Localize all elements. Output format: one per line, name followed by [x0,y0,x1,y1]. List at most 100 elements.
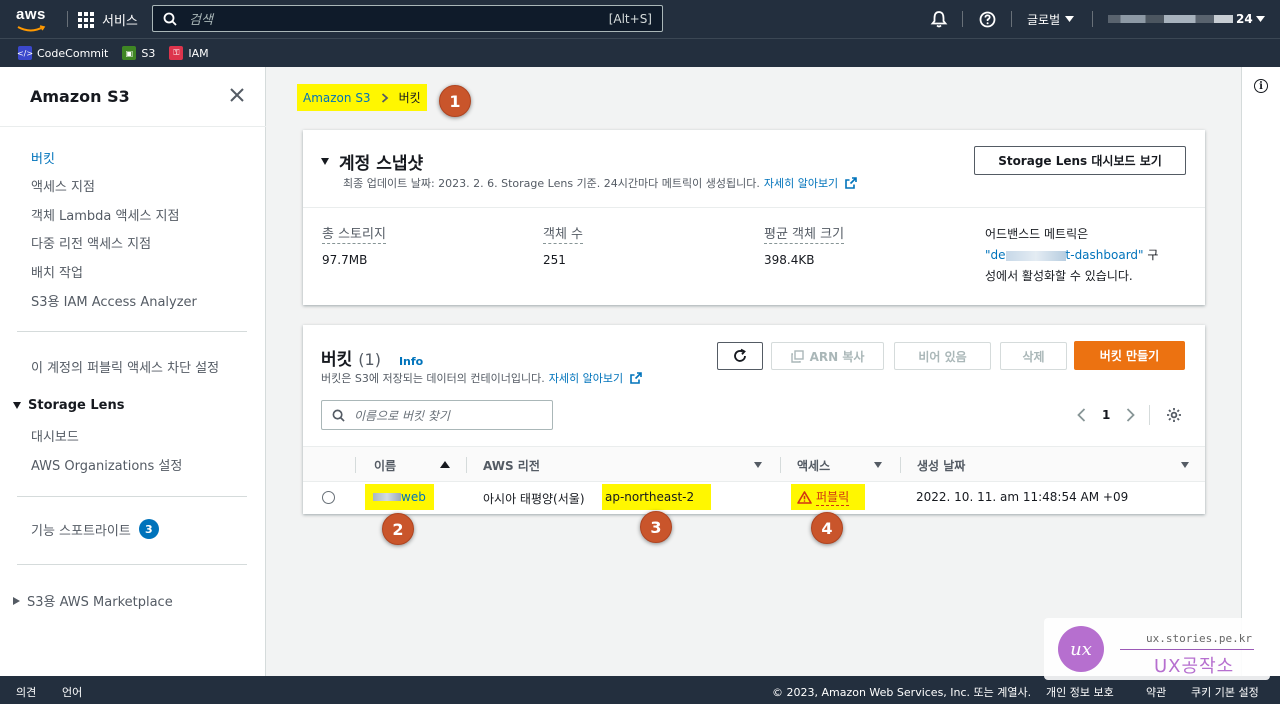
column-separator [466,457,467,473]
access-status-badge[interactable]: 퍼블릭 [791,484,865,510]
current-page[interactable]: 1 [1102,408,1110,422]
column-separator [355,457,356,473]
create-bucket-button[interactable]: 버킷 만들기 [1074,341,1185,370]
search-placeholder: 검색 [189,13,213,28]
column-created[interactable]: 생성 날짜 [917,457,965,474]
metric-total-storage-label[interactable]: 총 스토리지 [322,227,386,244]
metric-avg-size-label[interactable]: 평균 객체 크기 [764,227,845,244]
footer-terms[interactable]: 약관 [1146,684,1166,700]
account-menu[interactable]: 24 [1108,0,1265,38]
sort-ascending-icon[interactable] [440,461,450,468]
sidebar-item-batch[interactable]: 배치 작업 [31,262,83,281]
side-navigation: Amazon S3 버킷 액세스 지점 객체 Lambda 액세스 지점 다중 … [0,67,266,676]
bucket-name-link[interactable]: web [365,484,434,510]
iam-icon: ⚿ [169,46,184,60]
close-icon[interactable] [229,87,245,103]
favorite-s3[interactable]: ▣ S3 [122,46,155,60]
sidebar-item-multi-region[interactable]: 다중 리전 액세스 지점 [31,233,151,252]
marketplace-section[interactable]: S3용 AWS Marketplace [13,591,173,610]
sidebar-item-buckets[interactable]: 버킷 [31,148,55,167]
bucket-region-code: ap-northeast-2 [602,484,711,510]
chevron-left-icon[interactable] [1077,408,1086,422]
breadcrumb-current: 버킷 [398,91,421,105]
learn-more-link[interactable]: 자세히 알아보기 [764,175,838,191]
external-link-icon [845,177,857,189]
notifications-button[interactable] [930,0,948,38]
external-link-icon [630,372,642,384]
snapshot-title: 계정 스냅샷 [339,154,424,174]
sidebar-item-object-lambda[interactable]: 객체 Lambda 액세스 지점 [31,205,179,224]
refresh-button[interactable] [717,342,763,370]
advanced-line1: 어드밴스드 메트릭은 [985,227,1089,241]
spotlight-label: 기능 스포트라이트 [31,523,131,539]
sidebar-item-iam-analyzer[interactable]: S3용 IAM Access Analyzer [31,291,197,310]
footer-language[interactable]: 언어 [62,684,82,700]
services-label: 서비스 [102,14,138,29]
annotation-marker-2: 2 [382,513,414,545]
dashboard-link[interactable]: "de t-dashboard" [985,248,1144,262]
buckets-header: 버킷 (1) Info [321,345,423,370]
pagination: 1 [1077,405,1182,425]
footer-privacy[interactable]: 개인 정보 보호 [1046,684,1114,700]
help-button[interactable] [979,0,996,38]
gear-icon[interactable] [1166,407,1182,423]
sidebar-title[interactable]: Amazon S3 [30,87,130,106]
column-separator [900,457,901,473]
region-selector[interactable]: 글로벌 [1027,0,1075,38]
sidebar-item-access-points[interactable]: 액세스 지점 [31,176,95,195]
row-select-radio[interactable] [322,491,335,504]
pager-separator [1149,405,1151,425]
footer-cookies[interactable]: 쿠키 기본 설정 [1191,684,1259,700]
metric-object-count-label[interactable]: 객체 수 [543,227,584,244]
favorite-label: IAM [188,46,209,60]
favorite-iam[interactable]: ⚿ IAM [169,46,209,60]
aws-logo[interactable]: aws [16,7,50,32]
storage-lens-section[interactable]: Storage Lens [13,398,124,413]
sidebar-item-block-public[interactable]: 이 계정의 퍼블릭 액세스 차단 설정 [31,357,219,376]
warning-icon [797,490,812,504]
watermark-logo-icon: ux [1058,626,1104,672]
footer-copyright: © 2023, Amazon Web Services, Inc. 또는 계열사… [772,686,1032,699]
storage-lens-dashboard-button[interactable]: Storage Lens 대시보드 보기 [974,146,1186,175]
empty-bucket-button[interactable]: 비어 있음 [894,342,991,370]
sort-icon[interactable] [754,462,762,468]
bucket-search-input[interactable]: 이름으로 버킷 찾기 [321,400,553,430]
sidebar-item-org-settings[interactable]: AWS Organizations 설정 [31,455,182,474]
sort-icon[interactable] [874,462,882,468]
aws-smile-icon [17,25,46,32]
info-link[interactable]: Info [399,355,423,368]
sidebar-divider [17,331,247,332]
sort-icon[interactable] [1181,462,1189,468]
account-suffix: 24 [1236,12,1253,26]
sidebar-item-spotlight[interactable]: 기능 스포트라이트 3 [31,519,159,539]
bell-icon [930,11,948,28]
footer-feedback[interactable]: 의견 [16,684,36,700]
info-icon[interactable]: i [1254,79,1268,93]
delete-bucket-button[interactable]: 삭제 [1000,342,1067,370]
advanced-line3: 성에서 활성화할 수 있습니다. [985,269,1133,283]
chevron-right-icon[interactable] [1126,408,1136,422]
redacted-text [373,493,401,501]
copy-arn-button[interactable]: ARN 복사 [771,342,884,370]
watermark-divider [1120,649,1254,650]
global-search-input[interactable]: 검색 [Alt+S] [152,5,663,32]
column-name[interactable]: 이름 [374,457,396,474]
account-snapshot-panel: 계정 스냅샷 최종 업데이트 날짜: 2023. 2. 6. Storage L… [303,130,1205,305]
table-row[interactable]: web 아시아 태평양(서울) ap-northeast-2 퍼블릭 2022.… [303,482,1205,513]
top-navigation: aws 서비스 검색 [Alt+S] 글로벌 24 [0,0,1280,38]
learn-more-link[interactable]: 자세히 알아보기 [549,370,623,386]
search-icon [332,409,345,422]
favorites-bar: </> CodeCommit ▣ S3 ⚿ IAM [0,38,1280,67]
snapshot-toggle[interactable]: 계정 스냅샷 [321,149,423,174]
column-region[interactable]: AWS 리전 [483,457,540,474]
column-access[interactable]: 액세스 [797,457,830,474]
bucket-created-date: 2022. 10. 11. am 11:48:54 AM +09 [916,490,1129,504]
breadcrumb-root-link[interactable]: Amazon S3 [303,91,371,105]
watermark: ux ux.stories.pe.kr UX공작소 [1044,618,1270,680]
caret-down-icon [1065,16,1075,22]
redacted-text [1005,250,1066,261]
services-menu[interactable]: 서비스 [78,10,138,29]
buckets-subtitle-text: 버킷은 S3에 저장되는 데이터의 컨테이너입니다. [321,372,545,385]
favorite-codecommit[interactable]: </> CodeCommit [17,46,108,60]
sidebar-item-dashboards[interactable]: 대시보드 [31,426,79,445]
